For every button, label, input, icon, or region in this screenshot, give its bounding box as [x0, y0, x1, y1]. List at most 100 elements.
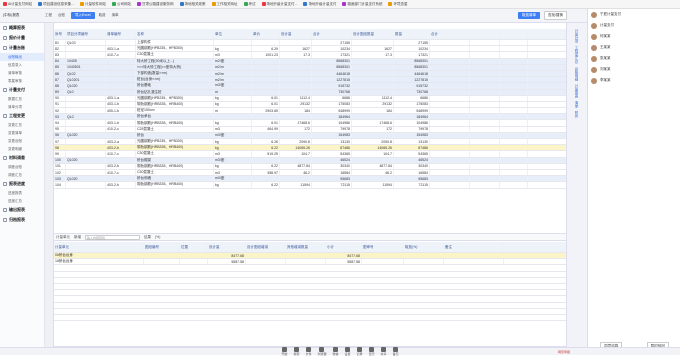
table-cell[interactable]: C30混凝土 [136, 52, 214, 58]
table-cell[interactable]: 光圆钢筋(HPB235、HPB300) [136, 95, 214, 101]
table-cell[interactable] [470, 145, 500, 151]
chat-contact[interactable]: 王某某 [588, 42, 680, 53]
table-cell[interactable] [430, 58, 470, 64]
table-cell[interactable]: m3/座 [214, 157, 252, 163]
sidebar-item[interactable]: 信息录入 [0, 61, 44, 69]
sidebar-item[interactable]: 数据汇总 [0, 95, 44, 103]
header-cell[interactable] [500, 29, 528, 39]
table-cell[interactable] [252, 114, 280, 120]
rail-item[interactable]: 清单 [575, 101, 579, 108]
table-cell[interactable]: 2090.8 [352, 139, 394, 145]
table-cell[interactable]: 184964 [312, 114, 352, 120]
table-cell[interactable] [214, 114, 252, 120]
table-cell[interactable]: 98 [54, 145, 66, 151]
header-cell[interactable]: 其他增减数量 [286, 242, 326, 252]
header-cell[interactable] [528, 29, 566, 39]
table-cell[interactable] [430, 64, 470, 70]
table-cell[interactable] [500, 157, 528, 163]
table-cell[interactable]: 27155 [394, 40, 430, 46]
table-cell[interactable] [470, 126, 500, 132]
table-cell[interactable] [430, 70, 470, 77]
table-cell[interactable] [252, 77, 280, 83]
table-cell[interactable]: 8568301 [394, 64, 430, 70]
table-cell[interactable]: 2903.65 [252, 108, 280, 114]
table-cell[interactable]: 6686 [312, 95, 352, 101]
active-tab[interactable]: 取费清单 [518, 12, 541, 19]
table-cell[interactable]: 光圆钢筋(HPB235、HPB300) [136, 139, 214, 145]
table-cell[interactable] [106, 77, 136, 83]
sidebar-item[interactable]: 调差台账 [0, 163, 44, 171]
table-cell[interactable] [352, 64, 394, 70]
rail-item[interactable]: 附件 [575, 111, 579, 118]
table-cell[interactable]: 102 [54, 169, 66, 176]
table-cell[interactable]: 154983 [394, 132, 430, 138]
table-cell[interactable]: 99 [54, 151, 66, 157]
header-cell[interactable]: 单价 [252, 29, 280, 39]
table-cell[interactable] [470, 83, 500, 89]
table-cell[interactable] [430, 126, 470, 132]
header-cell[interactable]: 设计量 [208, 242, 246, 252]
table-cell[interactable] [470, 169, 500, 176]
table-cell[interactable]: 光圆钢筋(HPB235、HPB300) [136, 46, 214, 52]
table-cell[interactable] [280, 83, 312, 89]
table-cell[interactable]: 16584 [312, 169, 352, 176]
table-cell[interactable]: 172 [352, 126, 394, 132]
table-cell[interactable]: 带肋钢筋(HRB335、HRB400) [136, 120, 214, 126]
table-cell[interactable] [500, 58, 528, 64]
table-cell[interactable]: m2/m [214, 77, 252, 83]
header-cell[interactable]: 单位 [214, 29, 252, 39]
table-cell[interactable] [352, 89, 394, 95]
table-cell[interactable]: m2/座 [214, 58, 252, 64]
table-cell[interactable]: C25混凝土 [136, 126, 214, 132]
table-cell[interactable]: 16584 [394, 169, 430, 176]
bookmark-item[interactable]: 工作相关网址 [211, 2, 238, 7]
table-cell[interactable]: 93 [54, 114, 66, 120]
table-cell[interactable]: 72115 [394, 182, 430, 188]
table-cell[interactable] [500, 83, 528, 89]
table-cell[interactable] [106, 70, 136, 77]
tab-list[interactable]: 清单 [112, 13, 119, 18]
bookmark-item[interactable]: 计量软件网站 [80, 2, 106, 7]
import-excel-button[interactable]: 导入Excel [71, 12, 95, 19]
table-cell[interactable]: 184 [280, 108, 312, 114]
chat-contact[interactable]: 李某某 [588, 75, 680, 86]
table-cell[interactable] [106, 64, 136, 70]
sidebar-item[interactable]: 材料调差 [0, 153, 44, 163]
table-cell[interactable] [252, 89, 280, 95]
table-cell[interactable]: 桥台侧墙 [136, 176, 214, 182]
table-cell[interactable]: 410-7-c [106, 169, 136, 176]
table-cell[interactable] [404, 259, 444, 265]
table-cell[interactable] [500, 64, 528, 70]
sidebar-item[interactable]: 计量台账 [0, 43, 44, 53]
table-cell[interactable]: 17.3 [280, 52, 312, 58]
table-cell[interactable] [352, 114, 394, 120]
table-cell[interactable] [280, 114, 312, 120]
table-cell[interactable]: 1112.4 [280, 95, 312, 101]
table-cell[interactable]: 1001.23 [252, 52, 280, 58]
unit-search-input[interactable]: 输入内容查找 [85, 234, 140, 240]
table-cell[interactable] [280, 40, 312, 46]
table-cell[interactable]: m [214, 89, 252, 95]
table-cell[interactable]: 带肋钢筋(HRB335、HRB400) [136, 145, 214, 151]
table-cell[interactable]: 87 [54, 77, 66, 83]
table-cell[interactable]: 13130 [312, 139, 352, 145]
table-cell[interactable] [252, 157, 280, 163]
table-cell[interactable] [500, 169, 528, 176]
table-cell[interactable] [352, 83, 394, 89]
bookmark-item[interactable]: 路面部门计量支付系统 [342, 2, 382, 7]
table-cell[interactable]: 11594 [352, 182, 394, 188]
header-cell[interactable]: 计量单元 [54, 242, 144, 252]
table-cell[interactable] [500, 89, 528, 95]
table-cell[interactable] [180, 259, 208, 265]
table-cell[interactable] [252, 70, 280, 77]
table-cell[interactable]: kg [214, 120, 252, 126]
table-cell[interactable] [362, 259, 404, 265]
table-cell[interactable]: 79978 [394, 126, 430, 132]
table-cell[interactable]: 94 [54, 120, 66, 126]
table-cell[interactable] [430, 40, 470, 46]
table-cell[interactable]: 915732 [312, 83, 352, 89]
table-cell[interactable]: 27155 [312, 40, 352, 46]
table-cell[interactable]: 8568301 [394, 58, 430, 64]
table-cell[interactable]: 86 [54, 70, 66, 77]
table-cell[interactable]: 8568301 [312, 58, 352, 64]
